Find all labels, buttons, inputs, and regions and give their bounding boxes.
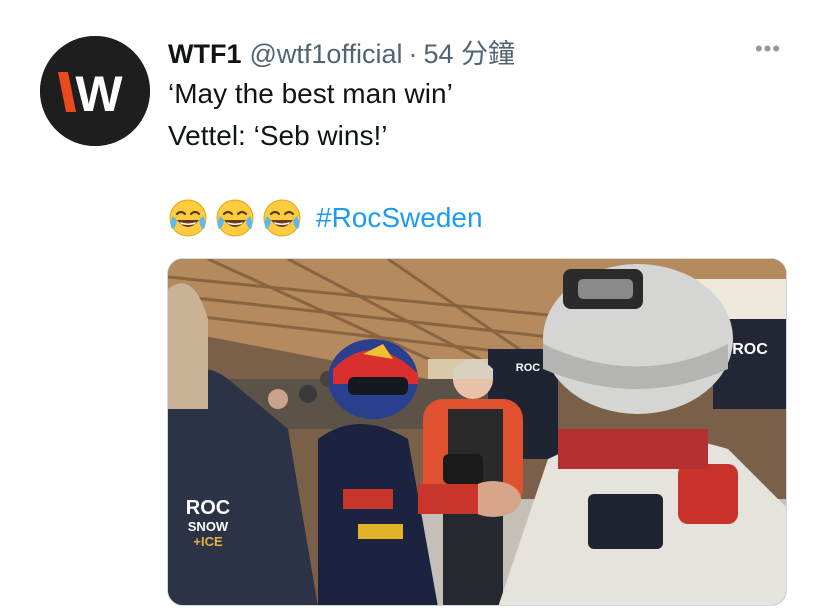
face-with-tears-of-joy-icon [262, 198, 302, 238]
separator: · [408, 39, 418, 69]
timestamp[interactable]: 54 分鐘 [423, 32, 515, 71]
media-overlay-text: ROC [732, 341, 768, 358]
avatar-letter: W [75, 66, 123, 122]
tweet-emoji-hashtag-line: #RocSweden [168, 198, 483, 238]
hashtag-link[interactable]: #RocSweden [316, 202, 483, 234]
media-overlay-text: +ICE [193, 534, 223, 549]
media-overlay-text: SNOW [188, 519, 229, 534]
tweet-text-line: ‘May the best man win’ [168, 78, 453, 109]
tweet-media-image[interactable]: ROC ROC ROC SNOW +ICE [167, 258, 787, 606]
tweet-header: WTF1 @wtf1official · 54 分鐘 [168, 32, 515, 70]
author-name[interactable]: WTF1 [168, 39, 242, 70]
author-handle[interactable]: @wtf1official [250, 39, 403, 70]
media-overlay-text: ROC [516, 362, 541, 374]
avatar[interactable]: W [40, 36, 150, 146]
media-scene: ROC ROC ROC SNOW +ICE [168, 259, 786, 605]
media-overlay-text: ROC [186, 497, 230, 519]
wtf1-logo-icon: W [40, 36, 150, 146]
more-options-icon[interactable]: ••• [748, 34, 788, 64]
tweet-text-line: Vettel: ‘Seb wins!’ [168, 120, 388, 151]
face-with-tears-of-joy-icon [168, 198, 208, 238]
face-with-tears-of-joy-icon [215, 198, 255, 238]
